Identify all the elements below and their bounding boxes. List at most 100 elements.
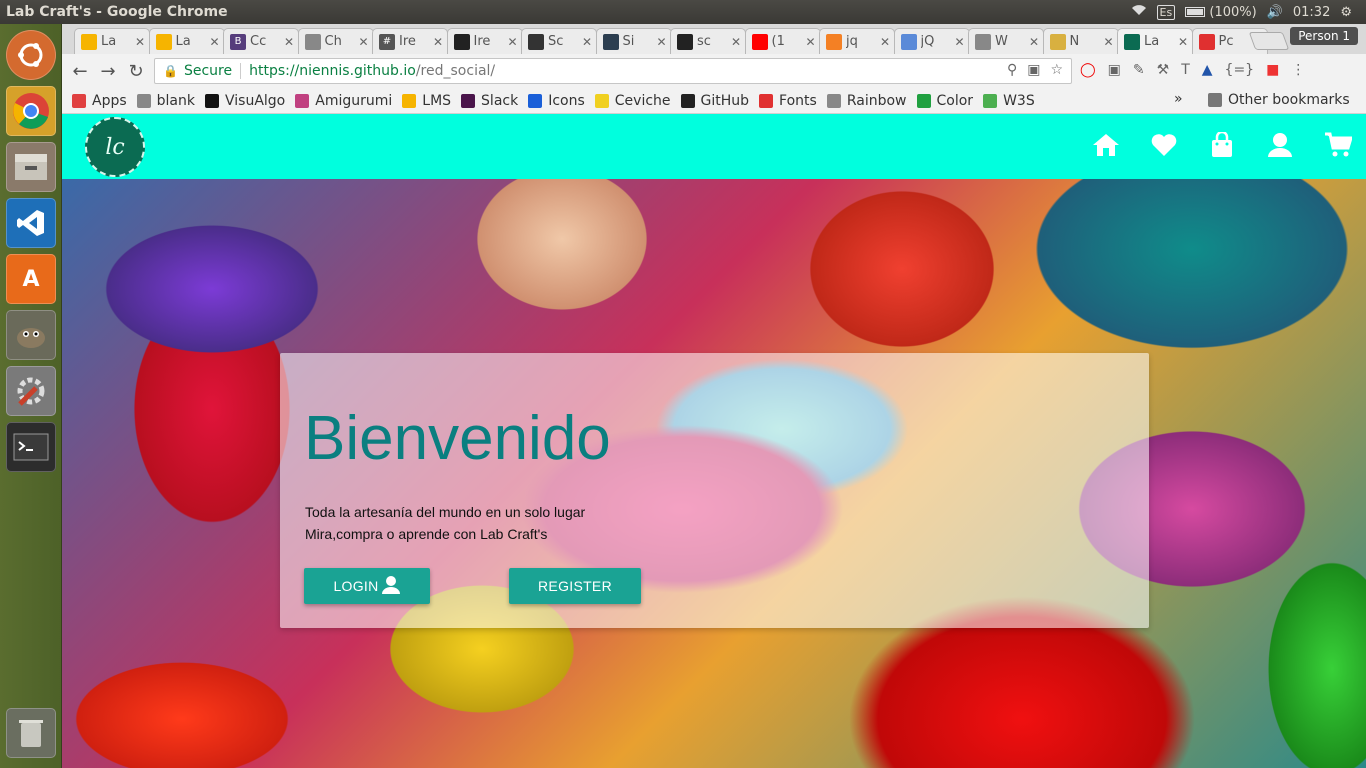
bookmark-item[interactable]: Apps [72, 93, 127, 109]
close-tab-icon[interactable]: ✕ [656, 35, 666, 49]
settings-icon[interactable] [6, 366, 56, 416]
extension-on-icon[interactable]: ■ [1266, 62, 1279, 78]
bookmark-item[interactable]: Rainbow [826, 93, 907, 109]
bookmark-label: Icons [548, 92, 585, 109]
browser-tab[interactable]: Si ✕ [595, 28, 672, 54]
bookmark-favicon-icon [72, 93, 86, 108]
bookmark-item[interactable]: Icons [528, 93, 585, 109]
register-button[interactable]: REGISTER [509, 568, 641, 604]
browser-tab[interactable]: Sc ✕ [521, 28, 597, 54]
hero-background-image: Bienvenido Toda la artesanía del mundo e… [62, 179, 1366, 768]
browser-tab[interactable]: W ✕ [968, 28, 1044, 54]
address-bar[interactable]: 🔒 Secure https://niennis.github.io/red_s… [154, 58, 1072, 84]
tab-strip: La ✕ La ✕ B Cc ✕ Ch ✕ # Ire ✕ Ire ✕ Sc ✕ Si ✕ sc ✕ (1 ✕ jq ✕ jQ ✕… [62, 24, 1366, 54]
extension-n-icon[interactable]: ▣ [1108, 62, 1121, 78]
close-tab-icon[interactable]: ✕ [284, 35, 294, 49]
bookmark-item[interactable]: Slack [461, 93, 518, 109]
close-tab-icon[interactable]: ✕ [805, 35, 815, 49]
profile-button[interactable]: Person 1 [1290, 27, 1358, 45]
bookmark-label: Slack [481, 92, 519, 109]
files-icon[interactable] [6, 142, 56, 192]
gimp-icon[interactable] [6, 310, 56, 360]
close-tab-icon[interactable]: ✕ [1029, 35, 1039, 49]
clock[interactable]: 01:32 [1293, 5, 1330, 20]
close-tab-icon[interactable]: ✕ [731, 35, 741, 49]
ubuntu-dash-icon[interactable] [6, 30, 56, 80]
system-tray: Es (100%) 🔊 01:32 ⚙ [1131, 4, 1366, 20]
cart-icon[interactable] [1324, 132, 1352, 158]
chrome-menu-icon[interactable]: ⋮ [1291, 62, 1305, 78]
bookmark-label: W3S [1003, 92, 1035, 109]
bookmark-item[interactable]: Ceviche [594, 93, 671, 109]
heart-icon[interactable] [1150, 132, 1178, 158]
login-button[interactable]: LOGIN [304, 568, 430, 604]
home-icon[interactable] [1092, 132, 1120, 158]
tab-title: La [175, 34, 191, 49]
browser-tab[interactable]: La ✕ [148, 28, 225, 54]
close-tab-icon[interactable]: ✕ [1178, 35, 1188, 49]
stamp-icon[interactable]: ▲ [1202, 62, 1213, 78]
close-tab-icon[interactable]: ✕ [209, 35, 219, 49]
wifi-icon[interactable] [1131, 4, 1147, 20]
hammer-icon[interactable]: ⚒ [1157, 62, 1170, 78]
json-icon[interactable]: {=} [1225, 62, 1255, 78]
bookmark-item[interactable]: Amigurumi [295, 93, 392, 109]
bookmark-favicon-icon [461, 93, 476, 108]
folder-icon [1208, 93, 1222, 107]
bookmark-favicon-icon [295, 93, 310, 108]
translate-icon[interactable]: ▣ [1027, 62, 1040, 78]
close-tab-icon[interactable]: ✕ [1103, 35, 1113, 49]
battery-indicator[interactable]: (100%) [1185, 5, 1257, 20]
system-menu-icon[interactable]: ⚙ [1340, 5, 1352, 20]
bag-icon[interactable] [1208, 132, 1236, 158]
bookmark-item[interactable]: Color [916, 93, 973, 109]
bookmark-item[interactable]: Fonts [759, 93, 817, 109]
trash-icon[interactable] [6, 708, 56, 758]
opera-extension-icon[interactable]: ◯ [1080, 62, 1096, 78]
browser-tab[interactable]: jq ✕ [819, 28, 895, 54]
bookmark-item[interactable]: W3S [983, 93, 1035, 109]
browser-tab[interactable]: (1 ✕ [744, 28, 821, 54]
browser-tab[interactable]: La ✕ [74, 28, 150, 54]
volume-icon[interactable]: 🔊 [1267, 5, 1283, 20]
keyboard-layout-indicator[interactable]: Es [1156, 4, 1176, 20]
back-button[interactable]: ← [66, 61, 94, 82]
chrome-icon[interactable] [6, 86, 56, 136]
browser-tab[interactable]: La ✕ [1117, 28, 1193, 54]
browser-tab[interactable]: jQ ✕ [893, 28, 970, 54]
close-tab-icon[interactable]: ✕ [135, 35, 145, 49]
terminal-icon[interactable] [6, 422, 56, 472]
bookmark-star-icon[interactable]: ☆ [1050, 62, 1063, 78]
bookmark-item[interactable]: VisuAlgo [205, 93, 285, 109]
eyedropper-icon[interactable]: ✎ [1133, 62, 1145, 78]
tab-title: (1 [771, 34, 785, 49]
reload-button[interactable]: ↻ [122, 61, 150, 82]
close-tab-icon[interactable]: ✕ [507, 35, 517, 49]
close-tab-icon[interactable]: ✕ [954, 35, 964, 49]
text-icon[interactable]: T [1181, 62, 1190, 78]
user-icon[interactable] [1266, 132, 1294, 158]
bookmark-item[interactable]: LMS [402, 93, 451, 109]
bookmarks-overflow-button[interactable]: » [1174, 91, 1183, 107]
software-center-icon[interactable]: A [6, 254, 56, 304]
close-tab-icon[interactable]: ✕ [582, 35, 592, 49]
tab-title: jQ [920, 34, 935, 49]
browser-tab[interactable]: # Ire ✕ [372, 28, 448, 54]
browser-tab[interactable]: B Cc ✕ [223, 28, 299, 54]
key-icon[interactable]: ⚲ [1007, 62, 1017, 78]
new-tab-button[interactable] [1248, 32, 1290, 50]
bookmark-item[interactable]: GitHub [680, 93, 749, 109]
browser-tab[interactable]: Ire ✕ [446, 28, 523, 54]
vscode-icon[interactable] [6, 198, 56, 248]
close-tab-icon[interactable]: ✕ [358, 35, 368, 49]
close-tab-icon[interactable]: ✕ [433, 35, 443, 49]
forward-button[interactable]: → [94, 61, 122, 82]
site-logo[interactable]: lc [85, 117, 145, 177]
browser-tab[interactable]: N ✕ [1042, 28, 1119, 54]
close-tab-icon[interactable]: ✕ [880, 35, 890, 49]
tab-title: N [1069, 34, 1080, 49]
other-bookmarks-folder[interactable]: Other bookmarks [1208, 92, 1350, 108]
browser-tab[interactable]: sc ✕ [670, 28, 746, 54]
bookmark-item[interactable]: blank [136, 93, 195, 109]
browser-tab[interactable]: Ch ✕ [297, 28, 374, 54]
